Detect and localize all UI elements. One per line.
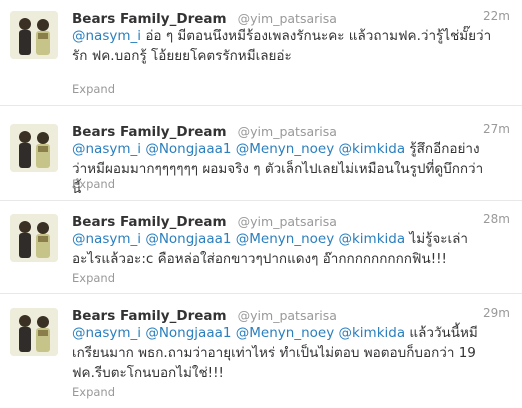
- tweet-timestamp[interactable]: 28m: [483, 212, 510, 226]
- mention-link[interactable]: @Nongjaaa1: [145, 141, 231, 157]
- expand-link[interactable]: Expand: [72, 177, 115, 191]
- avatar[interactable]: [10, 11, 58, 59]
- expand-link[interactable]: Expand: [72, 82, 115, 96]
- tweet-timestamp[interactable]: 29m: [483, 306, 510, 320]
- author-name[interactable]: Bears Family_Dream: [72, 11, 227, 27]
- tweet[interactable]: Bears Family_Dream @yim_patsarisa 28m @n…: [0, 203, 522, 294]
- author-name[interactable]: Bears Family_Dream: [72, 308, 227, 324]
- tweet-text: @nasym_i @Nongjaaa1 @Menyn_noey @kimkida…: [72, 323, 492, 383]
- mention-link[interactable]: @Nongjaaa1: [145, 231, 231, 247]
- author-username[interactable]: @yim_patsarisa: [238, 308, 337, 323]
- avatar[interactable]: [10, 214, 58, 262]
- tweet[interactable]: Bears Family_Dream @yim_patsarisa 27m @n…: [0, 113, 522, 201]
- tweet[interactable]: Bears Family_Dream @yim_patsarisa 22m @n…: [0, 0, 522, 106]
- tweet-text: @nasym_i @Nongjaaa1 @Menyn_noey @kimkida…: [72, 229, 492, 269]
- tweet-text: @nasym_i อ่อ ๆ มีตอนนึงหมีร้องเพลงรักนะค…: [72, 26, 492, 66]
- avatar[interactable]: [10, 124, 58, 172]
- mention-link[interactable]: @kimkida: [338, 141, 405, 157]
- tweet-header: Bears Family_Dream @yim_patsarisa 22m: [72, 8, 510, 27]
- author-username[interactable]: @yim_patsarisa: [238, 214, 337, 229]
- mention-link[interactable]: @Menyn_noey: [236, 141, 334, 157]
- mention-link[interactable]: @Nongjaaa1: [145, 325, 231, 341]
- tweet-header: Bears Family_Dream @yim_patsarisa 28m: [72, 211, 510, 230]
- expand-link[interactable]: Expand: [72, 271, 115, 285]
- author-name[interactable]: Bears Family_Dream: [72, 214, 227, 230]
- tweet-text: @nasym_i @Nongjaaa1 @Menyn_noey @kimkida…: [72, 139, 492, 199]
- tweet-timestamp[interactable]: 22m: [483, 9, 510, 23]
- mention-link[interactable]: @kimkida: [338, 231, 405, 247]
- mention-link[interactable]: @nasym_i: [72, 28, 141, 44]
- mention-link[interactable]: @nasym_i: [72, 141, 141, 157]
- tweet[interactable]: Bears Family_Dream @yim_patsarisa 29m @n…: [0, 297, 522, 408]
- tweet-timestamp[interactable]: 27m: [483, 122, 510, 136]
- author-name[interactable]: Bears Family_Dream: [72, 124, 227, 140]
- mention-link[interactable]: @kimkida: [338, 325, 405, 341]
- tweet-timeline: Bears Family_Dream @yim_patsarisa 22m @n…: [0, 0, 522, 408]
- author-username[interactable]: @yim_patsarisa: [238, 124, 337, 139]
- author-username[interactable]: @yim_patsarisa: [238, 11, 337, 26]
- mention-link[interactable]: @nasym_i: [72, 325, 141, 341]
- mention-link[interactable]: @nasym_i: [72, 231, 141, 247]
- mention-link[interactable]: @Menyn_noey: [236, 231, 334, 247]
- tweet-header: Bears Family_Dream @yim_patsarisa 27m: [72, 121, 510, 140]
- avatar[interactable]: [10, 308, 58, 356]
- mention-link[interactable]: @Menyn_noey: [236, 325, 334, 341]
- tweet-header: Bears Family_Dream @yim_patsarisa 29m: [72, 305, 510, 324]
- expand-link[interactable]: Expand: [72, 385, 115, 399]
